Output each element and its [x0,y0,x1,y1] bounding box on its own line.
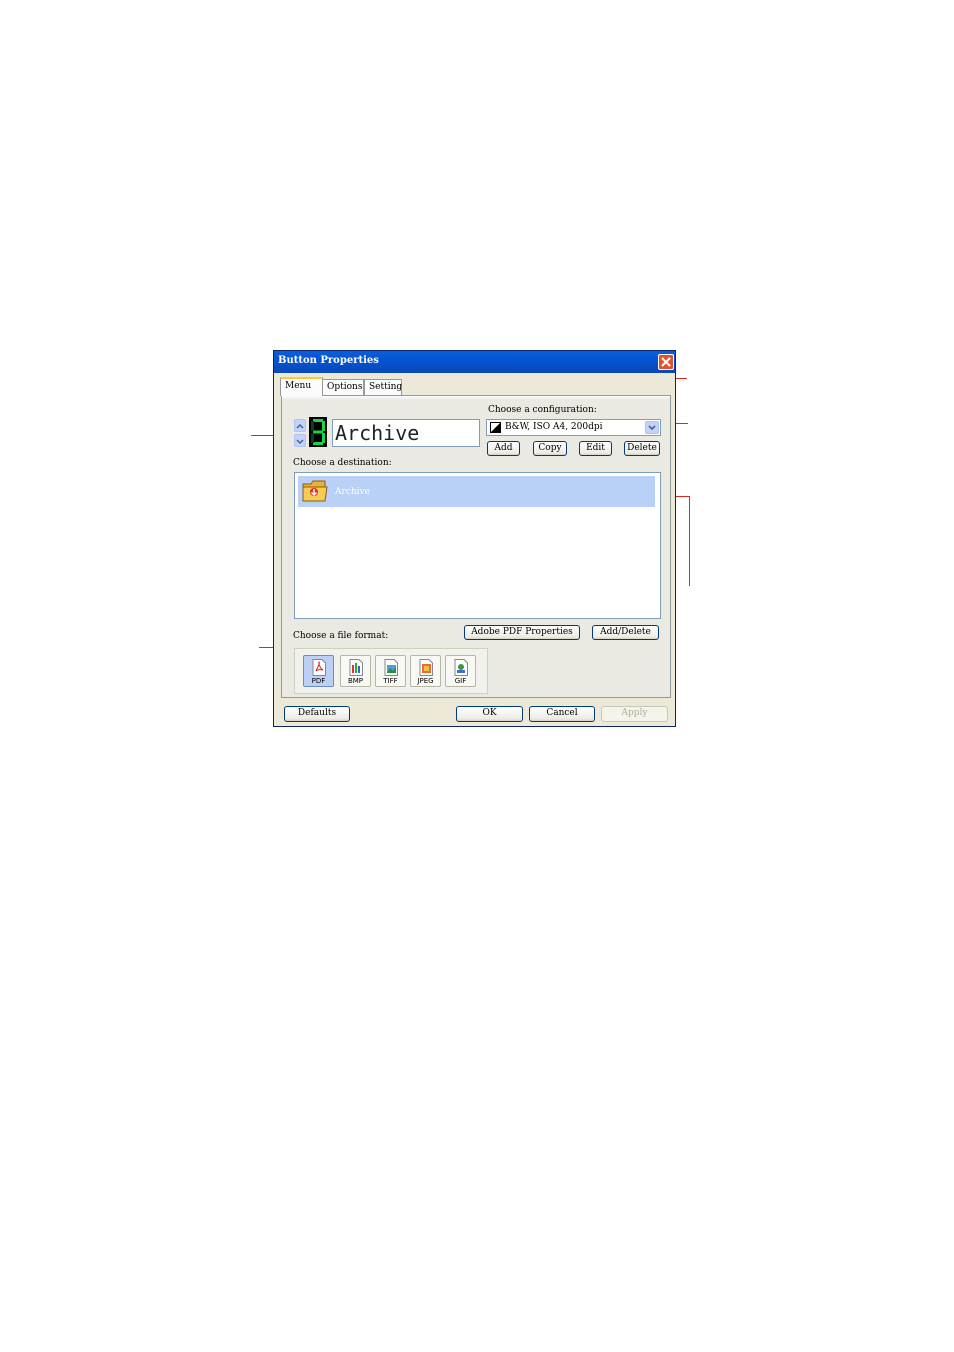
tab-menu[interactable]: Menu [280,377,323,396]
chevron-down-icon [296,439,304,445]
gif-icon [454,659,468,676]
spin-down-button[interactable] [294,434,306,447]
spin-up-button[interactable] [294,419,306,432]
pdf-icon [312,659,326,676]
file-format-selector: PDF BMP TIFF JPEG GIF [294,648,488,694]
close-icon [661,357,671,367]
config-delete-button[interactable]: Delete [624,441,660,456]
format-gif-button[interactable]: GIF [445,655,476,687]
apply-button[interactable]: Apply [601,706,668,722]
adobe-pdf-properties-button[interactable]: Adobe PDF Properties [464,625,580,640]
format-bmp-button[interactable]: BMP [340,655,371,687]
button-name-value: Archive [335,421,420,445]
configuration-label: Choose a configuration: [488,405,597,415]
button-name-field[interactable]: Archive [332,419,480,447]
window-title: Button Properties [278,355,379,366]
button-number-display: 3 [309,417,327,447]
list-item-label: Archive [335,487,370,497]
tab-setting[interactable]: Setting [364,379,402,395]
config-add-button[interactable]: Add [487,441,520,456]
format-jpeg-button[interactable]: JPEG [410,655,441,687]
panel-top-gradient [282,396,670,400]
led-digit [311,419,325,445]
callout-line-destination-v [689,496,690,586]
button-properties-window: Button Properties Setting Options Menu A… [273,350,676,727]
format-jpeg-label: JPEG [417,677,434,685]
jpeg-icon [419,659,433,676]
format-bmp-label: BMP [347,677,364,685]
configuration-dropdown[interactable]: B&W, ISO A4, 200dpi [486,419,661,436]
tab-menu-label: Menu [285,381,312,391]
configuration-selected: B&W, ISO A4, 200dpi [505,422,603,432]
destination-list[interactable]: Archive [294,472,661,619]
defaults-button[interactable]: Defaults [284,706,350,722]
menu-tab-panel: 3 Archive Choose a configuration: B&W, I… [281,395,671,698]
config-edit-button[interactable]: Edit [579,441,612,456]
bw-config-icon [490,422,501,433]
format-gif-label: GIF [454,677,467,685]
tab-setting-label: Setting [369,382,403,392]
config-copy-button[interactable]: Copy [533,441,567,456]
destination-label: Choose a destination: [293,458,392,468]
add-delete-button[interactable]: Add/Delete [592,625,659,640]
ok-button[interactable]: OK [456,706,523,722]
format-pdf-label: PDF [311,677,326,685]
chevron-down-icon [648,425,656,431]
format-pdf-button[interactable]: PDF [303,655,334,687]
close-button[interactable] [658,354,674,370]
chevron-up-icon [296,423,304,429]
tiff-icon [384,659,398,676]
format-tiff-button[interactable]: TIFF [375,655,406,687]
dropdown-arrow-button[interactable] [645,421,659,434]
format-tiff-label: TIFF [383,677,398,685]
archive-folder-icon [302,480,328,502]
tab-options[interactable]: Options [322,379,364,395]
tab-options-label: Options [327,382,363,392]
list-item[interactable]: Archive [298,476,655,507]
file-format-label: Choose a file format: [293,631,389,641]
bmp-icon [349,659,363,676]
cancel-button[interactable]: Cancel [529,706,595,722]
button-number-spinner [294,419,306,447]
title-bar: Button Properties [274,351,675,373]
